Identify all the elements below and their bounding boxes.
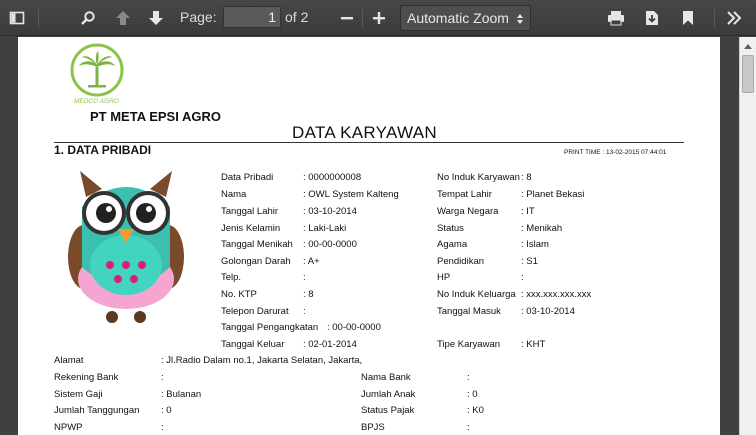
zoom-select-value: Automatic Zoom: [407, 10, 509, 26]
field-value: : 8: [521, 172, 532, 183]
field-label: BPJS: [361, 422, 385, 433]
field-value: : KHT: [521, 339, 546, 350]
print-time: PRINT TIME : 13-02-2015 07:44:01: [564, 149, 667, 156]
field-label: Jenis Kelamin: [221, 223, 281, 234]
field-label: Tempat Lahir: [437, 189, 492, 200]
search-icon[interactable]: [76, 0, 100, 36]
next-page-icon[interactable]: [143, 0, 169, 36]
section-heading: 1. DATA PRIBADI: [54, 143, 152, 157]
zoom-in-icon[interactable]: [366, 0, 392, 36]
field-value: : Islam: [521, 239, 549, 250]
field-value: : 00-00-0000: [303, 239, 357, 250]
field-label: Golongan Darah: [221, 256, 291, 267]
field-value: : 0000000008: [303, 172, 362, 183]
toolbar-divider: [362, 9, 363, 27]
field-label: Jumlah Anak: [361, 389, 416, 400]
field-value: :: [161, 372, 164, 383]
zoom-out-icon[interactable]: [334, 0, 360, 36]
field-label: Telepon Darurat: [221, 306, 289, 317]
field-label: Rekening Bank: [54, 372, 119, 383]
field-label: No Induk Karyawan: [437, 172, 520, 183]
field-label: NPWP: [54, 422, 83, 433]
field-label: Nama: [221, 189, 247, 200]
field-value: :: [467, 372, 470, 383]
field-value: : Menikah: [521, 223, 563, 234]
field-label: Warga Negara: [437, 206, 499, 217]
company-logo: [70, 43, 124, 102]
field-label: Telp.: [221, 272, 242, 283]
scrollbar-thumb[interactable]: [742, 55, 754, 93]
toolbar-divider: [714, 9, 715, 27]
field-label: Tanggal Menikah: [221, 239, 293, 250]
toolbar-divider: [38, 9, 39, 27]
field-value: : 02-01-2014: [303, 339, 357, 350]
page-label: Page:: [180, 9, 217, 25]
select-arrows-icon: [516, 12, 524, 28]
field-label: Status Pajak: [361, 405, 415, 416]
vertical-scrollbar[interactable]: [739, 37, 756, 435]
zoom-select[interactable]: Automatic Zoom: [400, 5, 531, 31]
field-value: : 03-10-2014: [521, 306, 575, 317]
field-label: No Induk Keluarga: [437, 289, 516, 300]
field-value: : OWL System Kalteng: [303, 189, 399, 200]
page-count: of 2: [285, 9, 309, 25]
field-label: Alamat: [54, 355, 84, 366]
field-label: Tanggal Masuk: [437, 306, 501, 317]
pdf-toolbar: Page: 1 of 2 Automatic Zoom: [0, 0, 756, 36]
document-title: DATA KARYAWAN: [292, 123, 437, 142]
bookmark-icon[interactable]: [674, 0, 702, 36]
field-value: : xxx.xxx.xxx.xxx: [521, 289, 592, 300]
field-value: : K0: [467, 405, 484, 416]
pdf-page: MEDCO AGRO PT META EPSI AGRO DATA KARYAW…: [18, 37, 720, 435]
field-value: :: [303, 272, 306, 283]
field-label: Nama Bank: [361, 372, 411, 383]
field-value: : 00-00-0000: [327, 322, 381, 333]
field-label: Sistem Gaji: [54, 389, 103, 400]
field-label: Tanggal Pengangkatan: [221, 322, 319, 333]
field-label: Jumlah Tanggungan: [54, 405, 140, 416]
tools-icon[interactable]: [720, 0, 748, 36]
field-label: Pendidikan: [437, 256, 485, 267]
field-value: : Laki-Laki: [303, 223, 347, 234]
field-label: Tanggal Keluar: [221, 339, 285, 350]
field-value: :: [467, 422, 470, 433]
field-value: :: [521, 272, 524, 283]
field-value: : Jl.Radio Dalam no.1, Jakarta Selatan, …: [161, 355, 363, 366]
field-value: : Planet Bekasi: [521, 189, 585, 200]
print-icon[interactable]: [602, 0, 630, 36]
field-value: : 8: [303, 289, 314, 300]
field-value: :: [161, 422, 164, 433]
field-value: : IT: [521, 206, 535, 217]
field-value: : Bulanan: [161, 389, 202, 400]
field-label: No. KTP: [221, 289, 257, 300]
field-label: Data Pribadi: [221, 172, 274, 183]
field-label: Tipe Karyawan: [437, 339, 501, 350]
field-value: :: [303, 306, 306, 317]
field-label: Status: [437, 223, 464, 234]
field-value: : A+: [303, 256, 320, 267]
company-name: PT META EPSI AGRO: [90, 109, 221, 124]
field-label: HP: [437, 272, 451, 283]
logo-caption: MEDCO AGRO: [74, 98, 119, 105]
employee-photo: [66, 167, 186, 330]
field-label: Tanggal Lahir: [221, 206, 279, 217]
field-label: Agama: [437, 239, 468, 250]
previous-page-icon[interactable]: [110, 0, 136, 36]
field-value: : 0: [161, 405, 172, 416]
download-icon[interactable]: [638, 0, 666, 36]
field-value: : 0: [467, 389, 478, 400]
field-value: : S1: [521, 256, 538, 267]
page-number-input[interactable]: 1: [223, 6, 281, 28]
field-value: : 03-10-2014: [303, 206, 357, 217]
sidebar-toggle-icon[interactable]: [4, 0, 30, 36]
